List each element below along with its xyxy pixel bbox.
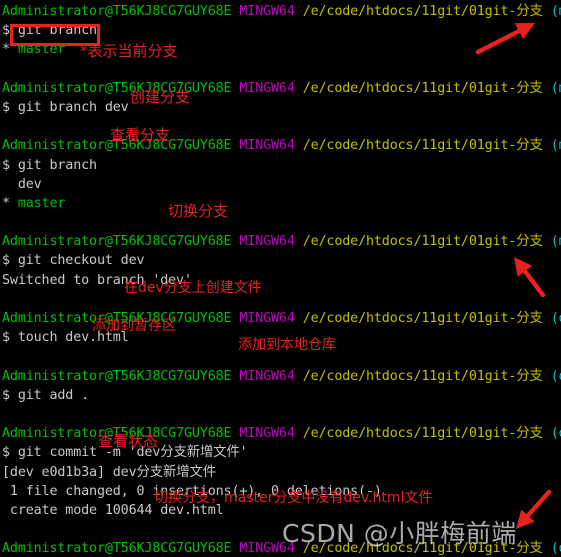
prompt-path: /e/code/htdocs/11git/01git-分支 [302,426,543,442]
prompt-user: Administrator@T56KJ8CG7GUY68E [2,80,232,96]
terminal-command-line: $ git branch dev [0,98,561,117]
command-text: $ git branch [2,157,97,173]
prompt-branch: (master) [550,234,561,250]
terminal-command-line: $ git branch [0,21,561,40]
terminal-prompt-line: Administrator@T56KJ8CG7GUY68E MINGW64 /e… [0,367,561,386]
note-switch-branch: 切换分支 [168,202,229,220]
note-switch-master: 切换分支，master分支中没有dev.html文件 [154,490,433,506]
prompt-branch: (master) [550,4,561,19]
terminal-prompt-line: Administrator@T56KJ8CG7GUY68E MINGW64 /e… [0,232,561,251]
prompt-path: /e/code/htdocs/11git/01git-分支 [302,311,543,326]
prompt-branch: (dev) [550,426,561,442]
prompt-branch: (dev) [550,541,561,557]
terminal-command-line: $ git commit -m 'dev分支新增文件' [0,443,561,462]
terminal-prompt-line: Administrator@T56KJ8CG7GUY68E MINGW64 /e… [0,136,561,155]
prompt-shell: MINGW64 [239,368,295,384]
output-text: [dev e0d1b3a] dev分支新增文件 [2,464,216,480]
terminal-output-line: [dev e0d1b3a] dev分支新增文件 [0,463,561,482]
prompt-branch: (master) [550,138,561,154]
terminal-output-line: * master [0,194,561,213]
prompt-user: Administrator@T56KJ8CG7GUY68E [2,541,232,557]
output-text: master [9,195,66,211]
command-text: $ git branch dev [2,99,129,115]
prompt-path: /e/code/htdocs/11git/01git-分支 [302,234,543,250]
note-create-file: 在dev分支上创建文件 [124,280,262,296]
prompt-shell: MINGW64 [239,4,295,19]
terminal-command-line: $ git checkout dev [0,251,561,270]
prompt-user: Administrator@T56KJ8CG7GUY68E [2,368,232,384]
terminal-window[interactable]: Administrator@T56KJ8CG7GUY68E MINGW64 /e… [0,0,561,557]
prompt-branch: (dev) [550,368,561,384]
note-add-repo: 添加到本地仓库 [238,337,336,353]
terminal-output-line: dev [0,175,561,194]
terminal-output: Administrator@T56KJ8CG7GUY68E MINGW64 /e… [0,2,561,557]
prompt-shell: MINGW64 [239,138,295,154]
output-text: master [9,42,66,58]
command-text: $ git add . [2,387,90,403]
current-branch-marker: * [2,195,10,211]
current-branch-marker: * [2,42,10,58]
prompt-shell: MINGW64 [239,80,295,96]
terminal-command-line: $ git add . [0,386,561,405]
prompt-path: /e/code/htdocs/11git/01git-分支 [302,4,543,19]
prompt-branch: (master) [550,80,561,96]
prompt-user: Administrator@T56KJ8CG7GUY68E [2,4,232,19]
output-text: dev [2,176,42,192]
terminal-command-line: $ git branch [0,156,561,175]
prompt-shell: MINGW64 [239,311,295,326]
prompt-user: Administrator@T56KJ8CG7GUY68E [2,234,232,250]
terminal-prompt-line: Administrator@T56KJ8CG7GUY68E MINGW64 /e… [0,309,561,328]
note-create-branch: 创建分支 [130,88,191,106]
prompt-shell: MINGW64 [239,234,295,250]
terminal-prompt-line: Administrator@T56KJ8CG7GUY68E MINGW64 /e… [0,424,561,443]
prompt-path: /e/code/htdocs/11git/01git-分支 [302,138,543,154]
prompt-shell: MINGW64 [239,426,295,442]
terminal-prompt-line: Administrator@T56KJ8CG7GUY68E MINGW64 /e… [0,2,561,21]
terminal-prompt-line: Administrator@T56KJ8CG7GUY68E MINGW64 /e… [0,79,561,98]
prompt-branch: (dev) [550,311,561,326]
note-add-stage: 添加到暂存区 [92,318,176,334]
prompt-path: /e/code/htdocs/11git/01git-分支 [302,80,543,96]
prompt-path: /e/code/htdocs/11git/01git-分支 [302,368,543,384]
note-view-branch: 查看分支 [110,126,171,144]
command-text: $ git checkout dev [2,253,145,269]
command-text: $ git branch [2,23,97,39]
terminal-output-line: Switched to branch 'dev' [0,271,561,290]
note-view-status: 查看状态 [98,432,159,450]
note-current-branch: *表示当前分支 [80,42,178,60]
watermark: CSDN @小胖梅前端 [282,519,517,548]
